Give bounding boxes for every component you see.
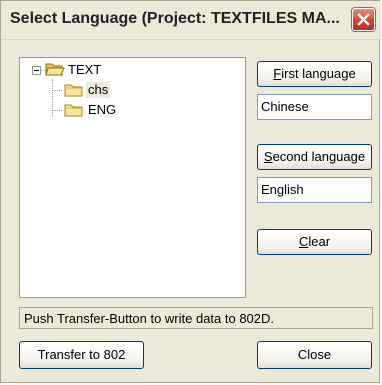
second-language-label: Second language bbox=[263, 149, 366, 164]
title-bar[interactable]: Select Language (Project: TEXTFILES MA..… bbox=[1, 1, 381, 40]
tree-item-label: chs bbox=[86, 82, 111, 98]
close-button[interactable]: Close bbox=[257, 341, 372, 369]
window-title: Select Language (Project: TEXTFILES MA..… bbox=[10, 10, 340, 27]
close-icon bbox=[357, 13, 370, 26]
tree-connector bbox=[52, 90, 62, 92]
tree-connector bbox=[52, 110, 62, 112]
first-language-field[interactable]: Chinese bbox=[257, 94, 372, 120]
tree-item-text[interactable]: TEXT bbox=[30, 62, 130, 78]
second-language-field[interactable]: English bbox=[257, 177, 372, 203]
clear-button[interactable]: Clear bbox=[257, 229, 372, 255]
collapse-toggle-icon[interactable] bbox=[32, 66, 41, 75]
first-language-button[interactable]: First language bbox=[257, 61, 372, 87]
tree-item-eng[interactable]: ENG bbox=[64, 102, 144, 118]
second-language-button[interactable]: Second language bbox=[257, 144, 372, 170]
tree-item-chs[interactable]: chs bbox=[64, 82, 144, 98]
folder-icon bbox=[64, 104, 83, 117]
select-language-dialog: Select Language (Project: TEXTFILES MA..… bbox=[0, 0, 381, 383]
tree-item-label: TEXT bbox=[68, 62, 102, 77]
transfer-button[interactable]: Transfer to 802 bbox=[19, 341, 144, 369]
first-language-label: First language bbox=[273, 66, 356, 81]
folder-icon bbox=[64, 84, 83, 97]
close-window-button[interactable] bbox=[352, 8, 375, 31]
transfer-label: Transfer to 802 bbox=[37, 347, 126, 362]
folder-open-icon bbox=[45, 63, 65, 76]
tree-item-label: ENG bbox=[88, 102, 117, 117]
folder-tree[interactable]: TEXT chs ENG bbox=[19, 57, 246, 298]
close-label: Close bbox=[297, 347, 332, 362]
status-bar: Push Transfer-Button to write data to 80… bbox=[19, 307, 373, 329]
clear-label: Clear bbox=[298, 234, 331, 249]
